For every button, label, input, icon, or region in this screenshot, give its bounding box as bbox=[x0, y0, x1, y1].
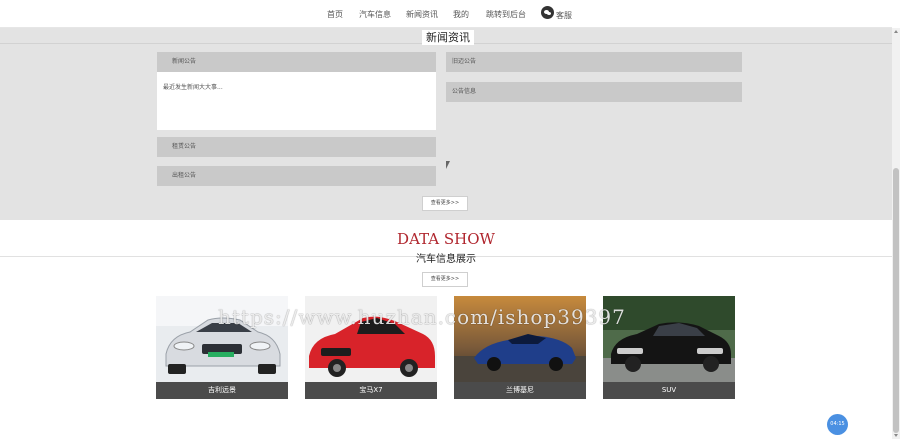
notice-main[interactable]: 新闻公告 bbox=[157, 52, 436, 72]
wechat-icon[interactable] bbox=[541, 6, 554, 19]
nav-news[interactable]: 新闻资讯 bbox=[406, 9, 438, 20]
car-name[interactable]: 兰博基尼 bbox=[454, 382, 586, 399]
news-section: 新闻资讯 新闻公告 最近发生新闻大大事... 旧迈公告 公告信息 租赁公告 出租… bbox=[0, 28, 892, 220]
nav-service[interactable]: 客服 bbox=[556, 10, 572, 21]
car-name[interactable]: 吉利远景 bbox=[156, 382, 288, 399]
car-name[interactable]: SUV bbox=[603, 382, 735, 399]
mouse-cursor-icon bbox=[446, 161, 450, 169]
notice-content: 最近发生新闻大大事... bbox=[157, 72, 436, 130]
news-title: 新闻资讯 bbox=[422, 30, 474, 45]
scroll-up-icon[interactable] bbox=[894, 30, 898, 33]
notice-right-1[interactable]: 旧迈公告 bbox=[446, 52, 742, 72]
nav-mine[interactable]: 我的 bbox=[453, 9, 469, 20]
notice-right-2[interactable]: 公告信息 bbox=[446, 82, 742, 102]
scrollbar-thumb[interactable] bbox=[893, 168, 899, 433]
car-name[interactable]: 宝马X7 bbox=[305, 382, 437, 399]
cars-more-button[interactable]: 查看更多>> bbox=[422, 272, 468, 287]
nav-car-info[interactable]: 汽车信息 bbox=[359, 9, 391, 20]
datashow-title: DATA SHOW bbox=[397, 230, 495, 248]
datashow-subtitle: 汽车信息展示 bbox=[416, 254, 476, 265]
news-more-button[interactable]: 查看更多>> bbox=[422, 196, 468, 211]
scroll-down-icon[interactable] bbox=[894, 434, 898, 437]
top-nav: 首页 汽车信息 新闻资讯 我的 跳转到后台 客服 bbox=[0, 0, 892, 28]
notice-left-4[interactable]: 出租公告 bbox=[157, 166, 436, 186]
floating-timer-badge[interactable]: 04:15 bbox=[827, 414, 848, 435]
watermark-text: https://www.huzhan.com/ishop39397 bbox=[218, 305, 626, 329]
notice-content-text[interactable]: 最近发生新闻大大事... bbox=[163, 82, 223, 91]
nav-home[interactable]: 首页 bbox=[327, 9, 343, 20]
nav-admin[interactable]: 跳转到后台 bbox=[486, 9, 526, 20]
notice-left-3[interactable]: 租赁公告 bbox=[157, 137, 436, 157]
